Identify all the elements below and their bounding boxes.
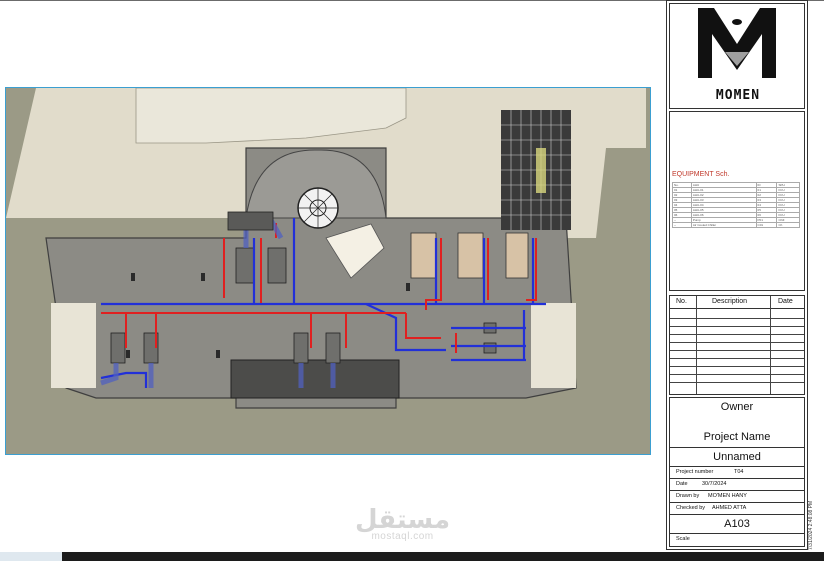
revision-date-header: Date (778, 298, 793, 305)
equipment-cell: Air Cooled Chiller (690, 222, 757, 228)
revision-divider (770, 296, 771, 394)
scale-label: Scale (676, 536, 690, 542)
project-number-row: Project number T04 (670, 466, 804, 475)
project-number-label: Project number (676, 469, 714, 475)
revision-row-line (670, 326, 804, 327)
date-row: Date 30/7/2024 (670, 478, 804, 487)
revision-description-header: Description (712, 298, 748, 305)
equipment-row: -- Air Cooled Chiller C01 Ch (672, 222, 800, 228)
owner-text: Owner (720, 401, 754, 413)
side-block-left (51, 303, 96, 388)
revision-divider (696, 296, 697, 394)
revision-row-line (670, 334, 804, 335)
date-value: 30/7/2024 (702, 481, 727, 487)
equipment-cell: Ch (776, 222, 800, 228)
pump-room (230, 359, 400, 399)
print-timestamp: 7/31/2024 2:48:08 PM (808, 500, 814, 550)
drawn-by-label: Drawn by (676, 493, 700, 499)
taskbar-app-button[interactable] (0, 552, 62, 561)
chiller-group (410, 232, 529, 279)
divider (670, 447, 804, 448)
equipment-schedule-title: EQUIPMENT Sch. (672, 171, 730, 178)
revisions-header: No. Description Date (670, 296, 804, 309)
date-label: Date (676, 481, 688, 487)
checked-by-row: Checked by AHMED ATTA (670, 502, 804, 511)
revisions-table: No. Description Date (669, 295, 805, 395)
equipment-cell: C01 (755, 222, 778, 228)
logo-panel: MOMEN (669, 3, 805, 109)
revision-row-line (670, 318, 804, 319)
scale-row: Scale (670, 533, 804, 542)
project-name-text: Project Name (703, 431, 771, 443)
floor-plan-drawing (6, 88, 650, 454)
unnamed-text: Unnamed (713, 451, 761, 463)
drawn-by-value: MO'MEN HANY (708, 493, 747, 499)
revision-row-line (670, 358, 804, 359)
logo-text: MOMEN (715, 88, 761, 103)
equipment-schedule-panel: EQUIPMENT Sch. No. AHU ID SPH 01 AHU-01 01 FCU 0… (669, 111, 805, 291)
revision-row-line (670, 350, 804, 351)
watermark: مستقل mostaql.com (355, 505, 450, 542)
checked-by-label: Checked by (676, 505, 706, 511)
curtain-wall-highlight (536, 148, 546, 193)
revision-row-line (670, 382, 804, 383)
taskbar (0, 552, 824, 561)
equipment-cell: -- (672, 222, 692, 228)
drawn-by-row: Drawn by MO'MEN HANY (670, 490, 804, 499)
floor-plan-viewport[interactable] (5, 87, 651, 455)
project-number-value: T04 (734, 469, 744, 475)
shaft-box (227, 211, 274, 231)
project-info-panel: Owner Project Name Unnamed Project numbe… (669, 397, 805, 547)
sheet-number: A103 (724, 518, 750, 530)
revision-row-line (670, 342, 804, 343)
sheet-number-row: A103 (670, 514, 804, 533)
revision-row-line (670, 366, 804, 367)
revision-row-line (670, 374, 804, 375)
title-block: MOMEN EQUIPMENT Sch. No. AHU ID SPH 01 AHU-01… (666, 0, 808, 550)
checked-by-value: AHMED ATTA (712, 505, 747, 511)
side-block-right (531, 303, 576, 388)
equipment-schedule-table: No. AHU ID SPH 01 AHU-01 01 FCU 02 AHU-02 02 FCU 03 A… (672, 182, 800, 228)
revision-no-header: No. (676, 298, 687, 305)
